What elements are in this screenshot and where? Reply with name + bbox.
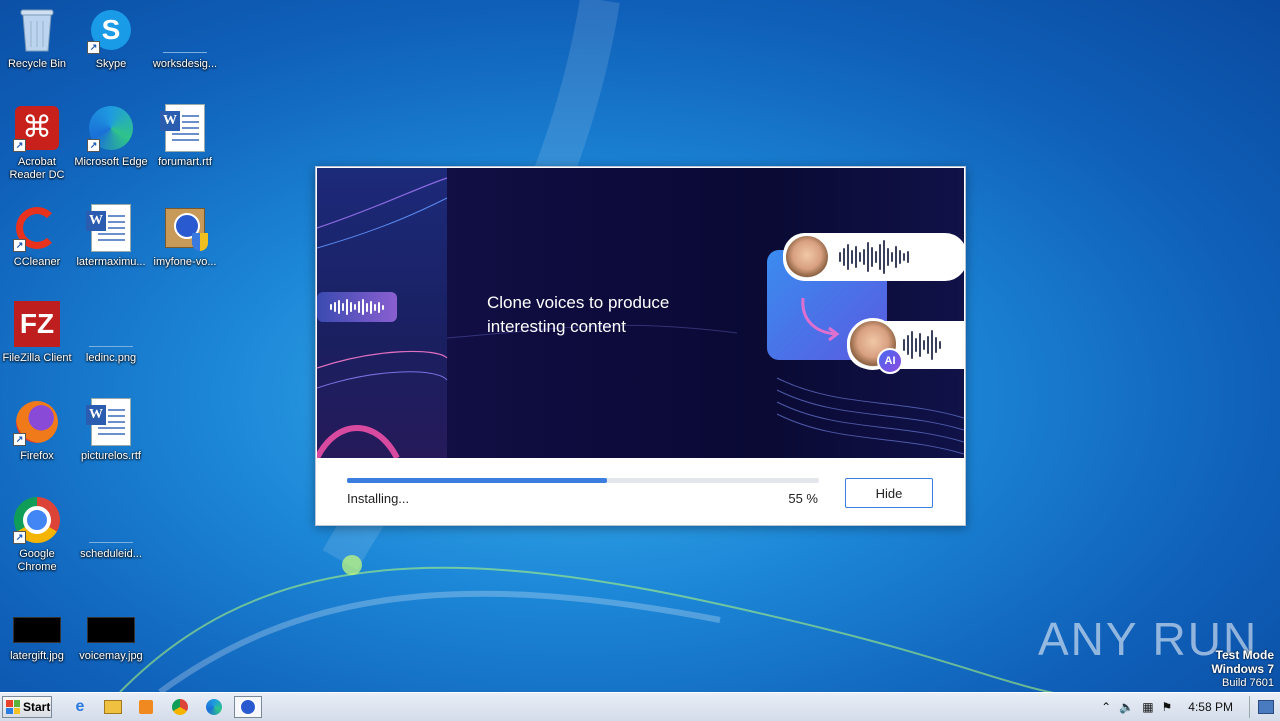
desktop-icon-ledinc[interactable]: ledinc.png [74, 300, 148, 365]
desktop-icon-label: Google Chrome [17, 548, 57, 573]
desktop-icon-forumart[interactable]: W forumart.rtf [148, 104, 222, 169]
shortcut-arrow-icon: ↗ [87, 41, 100, 54]
desktop-icon-label: CCleaner [13, 256, 61, 268]
shortcut-arrow-icon: ↗ [87, 139, 100, 152]
desktop-icon-label: FileZilla Client [2, 352, 72, 364]
install-progress-fill [347, 478, 607, 483]
chrome-icon: ↗ [13, 496, 61, 544]
install-percent-text: 55 % [788, 491, 818, 506]
clock[interactable]: 4:58 PM [1180, 700, 1241, 714]
desktop-icon-label: Firefox [20, 450, 54, 462]
desktop-icon-label: forumart.rtf [158, 156, 212, 168]
start-button[interactable]: Start [2, 696, 52, 718]
recycle-bin-icon [13, 6, 61, 54]
hide-button[interactable]: Hide [845, 478, 933, 508]
word-document-icon: W [86, 204, 135, 252]
file-explorer-icon[interactable] [101, 696, 125, 718]
install-progress-bar [347, 478, 819, 483]
image-thumbnail-icon [87, 598, 135, 646]
desktop-icon-acrobat[interactable]: ⌘ ↗ Acrobat Reader DC [0, 104, 74, 182]
chrome-taskbar-icon[interactable] [168, 696, 192, 718]
desktop-icon-imyfone[interactable]: imyfone-vo... [148, 204, 222, 269]
show-desktop-icon[interactable] [1258, 700, 1274, 714]
arrow-icon [801, 297, 840, 342]
desktop-icon-label: Recycle Bin [7, 58, 67, 70]
installer-taskbar-icon[interactable] [234, 696, 262, 718]
desktop-icon-edge[interactable]: ↗ Microsoft Edge [74, 104, 148, 169]
shortcut-arrow-icon: ↗ [13, 239, 26, 252]
image-thumbnail-icon [13, 598, 61, 646]
file-icon [87, 300, 135, 348]
desktop-icon-label: latermaximu... [76, 256, 146, 268]
desktop-icon-worksdesig[interactable]: worksdesig... [148, 6, 222, 71]
promo-banner: Clone voices to produce interesting cont… [317, 168, 964, 458]
desktop-icon-label: Skype [95, 58, 127, 70]
banner-headline: Clone voices to produce interesting cont… [487, 293, 670, 336]
shortcut-arrow-icon: ↗ [13, 139, 26, 152]
desktop-icon-filezilla[interactable]: FZ FileZilla Client [0, 300, 74, 365]
action-center-flag-icon[interactable]: ⚑ [1162, 700, 1173, 714]
system-tray: ⌃ 🔈 ▦ ⚑ 4:58 PM [1101, 693, 1280, 721]
waveform-pill [317, 292, 397, 322]
filezilla-icon: FZ [13, 300, 61, 348]
desktop-icon-label: latergift.jpg [10, 650, 64, 662]
internet-explorer-icon[interactable]: e [68, 696, 92, 718]
installer-window: Clone voices to produce interesting cont… [315, 166, 966, 526]
taskbar: Start e ⌃ 🔈 ▦ ⚑ 4:58 PM [0, 692, 1280, 721]
desktop-icon-ccleaner[interactable]: ↗ CCleaner [0, 204, 74, 269]
start-label: Start [23, 700, 51, 714]
desktop-icon-label: imyfone-vo... [153, 256, 217, 268]
word-document-icon: W [86, 398, 135, 446]
desktop-icon-firefox[interactable]: ↗ Firefox [0, 398, 74, 463]
installer-package-icon [161, 204, 209, 252]
desktop-icon-latergift[interactable]: latergift.jpg [0, 598, 74, 663]
windows-flag-icon [6, 700, 20, 714]
skype-icon: S ↗ [87, 6, 135, 54]
desktop-icon-voicemay[interactable]: voicemay.jpg [74, 598, 148, 663]
desktop-icon-latermaximu[interactable]: W latermaximu... [74, 204, 148, 269]
test-mode-notice: Test Mode Windows 7 Build 7601 [1211, 648, 1274, 689]
install-status-text: Installing... [347, 491, 410, 506]
shortcut-arrow-icon: ↗ [13, 531, 26, 544]
word-document-icon: W [160, 104, 209, 152]
desktop-icon-label: scheduleid... [80, 548, 142, 560]
volume-icon[interactable]: 🔈 [1119, 700, 1134, 714]
media-player-icon[interactable] [134, 696, 158, 718]
file-icon [87, 496, 135, 544]
person-avatar [783, 233, 831, 281]
desktop-icon-label: voicemay.jpg [79, 650, 143, 662]
edge-taskbar-icon[interactable] [202, 696, 226, 718]
shortcut-arrow-icon: ↗ [13, 433, 26, 446]
desktop-icon-label: picturelos.rtf [81, 450, 141, 462]
desktop-icon-recycle-bin[interactable]: Recycle Bin [0, 6, 74, 71]
ccleaner-icon: ↗ [13, 204, 61, 252]
desktop-icon-scheduleid[interactable]: scheduleid... [74, 496, 148, 561]
network-icon[interactable]: ▦ [1142, 700, 1153, 714]
file-icon [161, 6, 209, 54]
show-hidden-icons-icon[interactable]: ⌃ [1101, 700, 1111, 714]
desktop-icon-label: ledinc.png [85, 352, 137, 364]
edge-icon: ↗ [87, 104, 135, 152]
desktop-icon-skype[interactable]: S ↗ Skype [74, 6, 148, 71]
desktop-icon-picturelos[interactable]: W picturelos.rtf [74, 398, 148, 463]
ai-badge: AI [877, 348, 903, 374]
desktop-icon-label: Acrobat Reader DC [9, 156, 65, 181]
desktop-icon-label: Microsoft Edge [74, 156, 148, 168]
acrobat-icon: ⌘ ↗ [13, 104, 61, 152]
desktop-icon-chrome[interactable]: ↗ Google Chrome [0, 496, 74, 574]
desktop-icon-label: worksdesig... [152, 58, 218, 70]
firefox-icon: ↗ [13, 398, 61, 446]
